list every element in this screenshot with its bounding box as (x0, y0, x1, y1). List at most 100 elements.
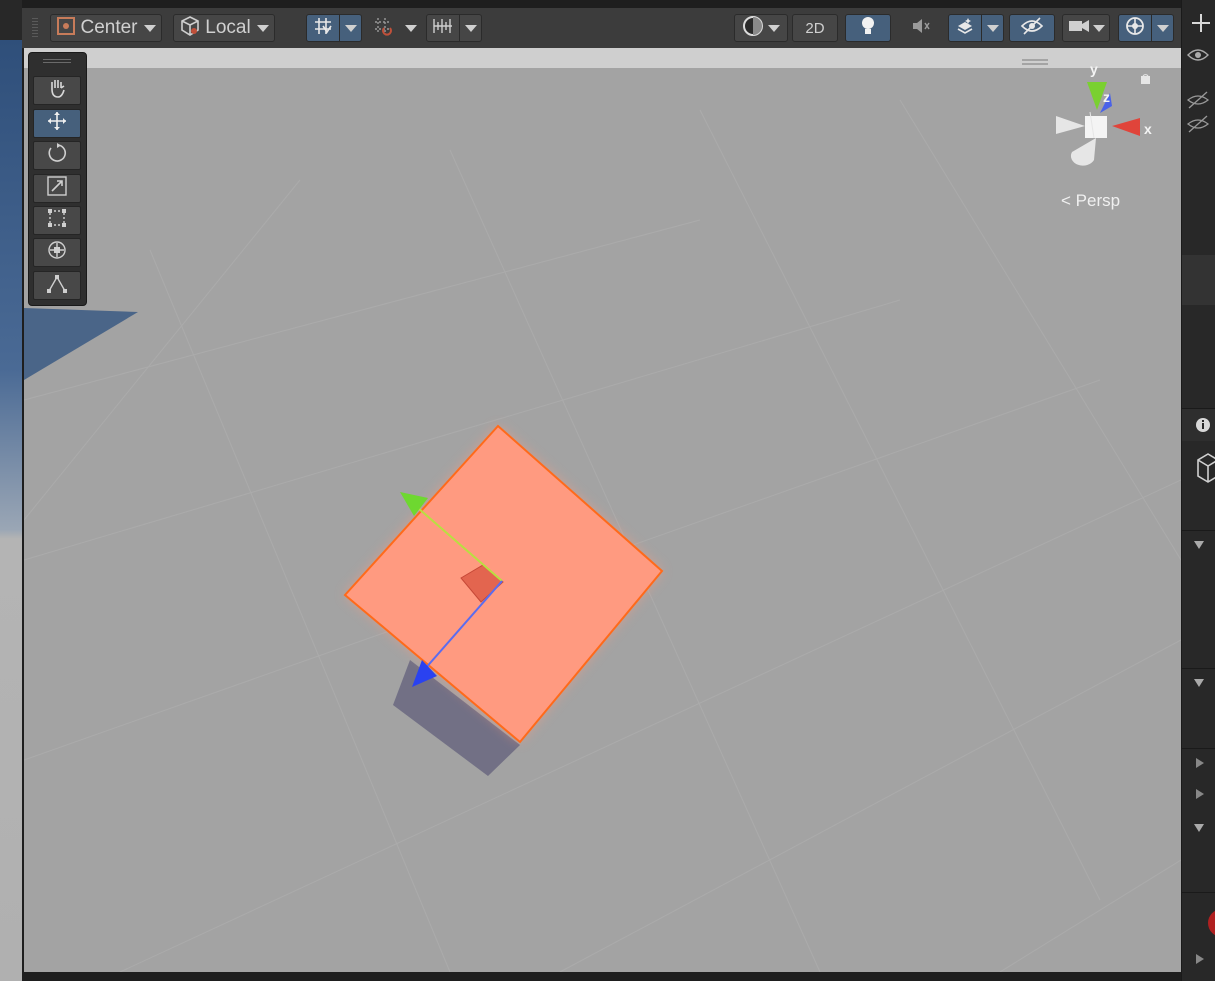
camera-icon (1068, 18, 1090, 39)
gizmo-z-label: z (1103, 89, 1110, 105)
foldout-4[interactable] (1182, 780, 1215, 808)
hidden-toggle-2[interactable] (1182, 112, 1215, 136)
move-tool-button[interactable] (33, 109, 81, 138)
camera-settings-dropdown[interactable] (1062, 14, 1110, 42)
scale-icon (46, 175, 68, 202)
chevron-down-icon (344, 24, 357, 32)
panel-section (1182, 255, 1215, 305)
hidden-toggle-1[interactable] (1182, 88, 1215, 112)
chevron-down-icon (256, 24, 269, 32)
scene-bottom-border (22, 972, 1185, 981)
gizmo-neg-x-cone[interactable] (1056, 116, 1085, 134)
eye-closed-icon (1186, 91, 1210, 109)
audio-toggle-button[interactable] (902, 14, 940, 42)
pivot-mode-dropdown[interactable]: Center (50, 14, 162, 42)
visibility-toggle[interactable] (1182, 40, 1215, 70)
custom-tool-button[interactable] (33, 271, 81, 300)
cube-icon (1197, 453, 1215, 483)
eye-closed-icon (1186, 115, 1210, 133)
gizmos-button[interactable] (1118, 14, 1152, 42)
pivot-rotation-dropdown[interactable]: Local (173, 14, 275, 42)
scale-tool-button[interactable] (33, 174, 81, 203)
eye-icon (1187, 49, 1209, 61)
record-icon (1208, 910, 1215, 936)
hand-tool-button[interactable] (33, 76, 81, 105)
grid-snap-icon (313, 16, 333, 41)
plus-icon (1192, 14, 1210, 32)
foldout-3[interactable] (1182, 748, 1215, 777)
scene-toolbar: Center Local 2D (22, 8, 1181, 49)
pivot-mode-label: Center (80, 17, 138, 38)
chevron-down-icon (143, 24, 156, 32)
gizmos-icon (1124, 15, 1146, 42)
effects-dropdown[interactable] (982, 14, 1004, 42)
render-mode-icon (742, 15, 764, 42)
foldout-5[interactable] (1182, 814, 1215, 842)
add-button[interactable] (1182, 8, 1215, 38)
rotate-icon (46, 142, 68, 169)
custom-tool-icon (46, 272, 68, 299)
ruler-dropdown[interactable] (460, 14, 482, 42)
increment-snap-button[interactable] (366, 14, 400, 42)
game-view-sky (0, 40, 22, 981)
record-button[interactable] (1182, 892, 1215, 948)
orientation-gizmo[interactable] (1022, 59, 1150, 166)
increment-snap-icon (373, 16, 393, 41)
visibility-icon (1020, 16, 1044, 41)
pivot-icon (56, 16, 76, 41)
chevron-down-icon (768, 24, 780, 32)
scene-visibility-button[interactable] (1009, 14, 1055, 42)
projection-toggle[interactable]: < Persp (1061, 191, 1120, 211)
audio-icon (911, 17, 931, 40)
effects-icon (955, 16, 975, 41)
foldout-6[interactable] (1182, 945, 1215, 973)
rotate-tool-button[interactable] (33, 141, 81, 170)
rect-tool-button[interactable] (33, 206, 81, 235)
gizmo-neg-y-cone[interactable] (1070, 138, 1096, 166)
grid-snap-dropdown[interactable] (340, 14, 362, 42)
hand-icon (47, 77, 67, 104)
ruler-button[interactable] (426, 14, 460, 42)
info-tab[interactable] (1182, 408, 1215, 441)
rect-transform-icon (46, 207, 68, 234)
foldout-1[interactable] (1182, 530, 1215, 559)
gizmo-center-cube[interactable] (1085, 116, 1107, 138)
transform-tool-button[interactable] (33, 238, 81, 267)
grid-snap-button[interactable] (306, 14, 340, 42)
increment-snap-dropdown[interactable] (400, 14, 422, 42)
gizmos-dropdown[interactable] (1152, 14, 1174, 42)
chevron-down-icon (1156, 24, 1169, 32)
projection-label: Persp (1075, 191, 1121, 210)
tools-overlay (28, 52, 87, 306)
toggle-2d-label: 2D (805, 19, 825, 37)
toolbar-grip[interactable] (32, 18, 38, 38)
gizmo-x-label: x (1144, 121, 1152, 137)
ground-plane-edge (24, 308, 138, 380)
info-icon (1196, 418, 1210, 432)
render-mode-dropdown[interactable] (734, 14, 788, 42)
transform-icon (46, 239, 68, 266)
foldout-2[interactable] (1182, 668, 1215, 697)
left-panel-edge (0, 0, 22, 981)
move-icon (46, 110, 68, 137)
scene-canvas (24, 59, 1181, 972)
chevron-right-icon (1196, 954, 1204, 964)
chevron-down-icon (1194, 679, 1204, 687)
chevron-down-icon (986, 24, 999, 32)
gizmo-x-cone[interactable] (1112, 118, 1140, 136)
chevron-down-icon (404, 24, 417, 32)
right-panel-edge (1181, 0, 1215, 981)
chevron-down-icon (1194, 824, 1204, 832)
effects-button[interactable] (948, 14, 982, 42)
lighting-toggle-button[interactable] (845, 14, 891, 42)
toggle-2d-button[interactable]: 2D (792, 14, 838, 42)
chevron-right-icon (1196, 758, 1204, 768)
ruler-icon (432, 16, 454, 41)
scene-viewport[interactable] (24, 48, 1181, 972)
overlay-grip[interactable] (43, 59, 71, 65)
pivot-rotation-label: Local (205, 17, 251, 38)
chevron-down-icon (1194, 541, 1204, 549)
gizmo-y-label: y (1090, 61, 1098, 77)
light-icon (859, 15, 877, 42)
selected-quad[interactable] (343, 424, 664, 744)
